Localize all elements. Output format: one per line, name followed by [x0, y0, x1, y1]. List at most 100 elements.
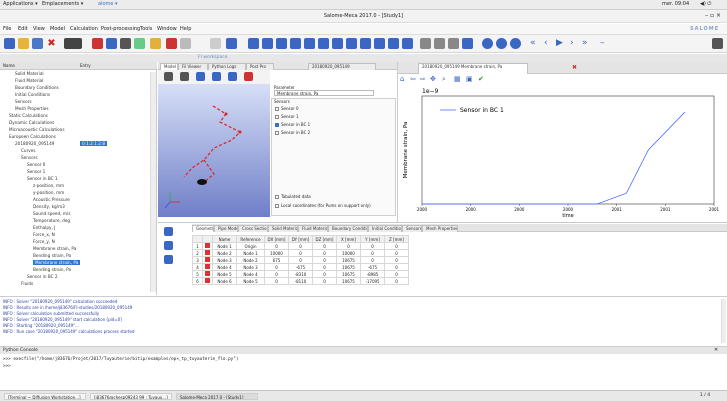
table-row[interactable]: 2 Node 2 Node 1 10000 0 0 10000 0 0 — [192, 249, 409, 257]
table-cell[interactable]: 0 — [384, 256, 409, 264]
col-dx[interactable]: DX [mm] — [264, 235, 289, 243]
table-row[interactable]: 1 Node 1 Origin 0 0 0 0 0 0 — [192, 242, 409, 250]
task-terminal[interactable]: [Terminal ~ Diffusion Workstation...] — [4, 393, 86, 400]
sensor-checkbox-bc2[interactable]: Sensor in BC 2 — [275, 130, 310, 135]
table-cell[interactable]: Node 2 — [236, 256, 265, 264]
table-cell[interactable]: Node 6 — [212, 277, 237, 285]
table-cell[interactable]: 0 — [312, 277, 337, 285]
table-cell[interactable]: -17095 — [360, 277, 385, 285]
pipe-reducer-icon[interactable] — [304, 38, 315, 49]
table-cell[interactable]: 0 — [384, 242, 409, 250]
table-row[interactable]: 5 Node 5 Node 4 0 -8310 0 10675 -8985 0 — [192, 270, 409, 278]
tab-geometry[interactable]: Geometry — [192, 225, 214, 232]
table-cell[interactable]: 0 — [264, 263, 289, 271]
view-front-icon[interactable] — [196, 72, 205, 81]
close-plot-tab-icon[interactable]: ✖ — [572, 64, 577, 71]
menu-model[interactable]: Model — [50, 26, 65, 32]
tool-icon[interactable] — [210, 38, 221, 49]
applications-menu[interactable]: Applications ▾ — [3, 1, 38, 7]
col-x[interactable]: X [mm] — [336, 235, 361, 243]
tab-post-pro[interactable]: Post Pro — [246, 63, 274, 70]
pipe-cap-icon[interactable] — [360, 38, 371, 49]
save-icon[interactable] — [32, 38, 43, 49]
table-cell[interactable]: Origin — [236, 242, 265, 250]
tabulated-data-checkbox[interactable]: Tabulated data — [275, 194, 311, 199]
table-cell[interactable]: 0 — [288, 242, 313, 250]
table-cell[interactable]: 675 — [264, 256, 289, 264]
window-controls[interactable]: – ▫ × — [705, 12, 721, 19]
table-cell[interactable]: 0 — [288, 249, 313, 257]
more-icon[interactable]: – — [600, 38, 611, 49]
table-cell[interactable]: 0 — [264, 242, 289, 250]
table-cell[interactable]: 0 — [336, 242, 361, 250]
tab-initial-conditions[interactable]: Initial Conditions — [368, 225, 402, 232]
pipe-flange-icon[interactable] — [346, 38, 357, 49]
info-icon[interactable] — [248, 38, 259, 49]
post-icon[interactable] — [134, 38, 145, 49]
table-cell[interactable]: Node 5 — [236, 277, 265, 285]
table-cell[interactable]: 0 — [384, 263, 409, 271]
table-cell[interactable]: Node 4 — [212, 263, 237, 271]
sensor-checkbox-bc1[interactable]: Sensor in BC 1 — [275, 122, 310, 127]
pipe-tee-icon[interactable] — [290, 38, 301, 49]
pipe-node-icon[interactable] — [374, 38, 385, 49]
table-cell[interactable]: 0 — [384, 270, 409, 278]
col-y[interactable]: Y [mm] — [360, 235, 385, 243]
mesh-icon[interactable] — [106, 38, 117, 49]
parameter-select[interactable]: Membrane strain, Pa — [274, 90, 374, 96]
tab-pipe-mode[interactable]: Pipe Mode — [214, 225, 238, 232]
redo-icon[interactable] — [180, 38, 191, 49]
table-cell[interactable]: -675 — [360, 263, 385, 271]
new-document-icon[interactable] — [4, 38, 15, 49]
menu-edit[interactable]: Edit — [18, 26, 28, 32]
table-cell[interactable]: Node 5 — [212, 270, 237, 278]
pipe-valve-icon[interactable] — [318, 38, 329, 49]
geometry-icon[interactable] — [120, 38, 131, 49]
table-cell[interactable]: 0 — [384, 277, 409, 285]
pipe-elbow-icon[interactable] — [276, 38, 287, 49]
undo-icon[interactable] — [166, 38, 177, 49]
table-cell[interactable]: 0 — [264, 277, 289, 285]
table-cell[interactable]: Node 3 — [212, 256, 237, 264]
tab-fluid-material[interactable]: Fluid Material — [298, 225, 328, 232]
col-dy[interactable]: DY [mm] — [288, 235, 313, 243]
plot-check-icon[interactable]: ✔ — [478, 75, 484, 83]
table-cell[interactable]: Node 1 — [236, 249, 265, 257]
view-side-icon[interactable] — [212, 72, 221, 81]
table-cell[interactable]: Node 3 — [236, 263, 265, 271]
sensor-checkbox-0[interactable]: Sensor 0 — [275, 106, 299, 111]
fluid-icon[interactable] — [92, 38, 103, 49]
tab-model[interactable]: Model — [160, 63, 178, 70]
table-cell[interactable]: 0 — [360, 242, 385, 250]
view-reset-icon[interactable] — [244, 72, 253, 81]
tab-boundary-conditions[interactable]: Boundary Conditions — [328, 225, 368, 232]
table-cell[interactable]: 0 — [360, 256, 385, 264]
table-cell[interactable]: 0 — [264, 270, 289, 278]
table-cell[interactable]: Node 4 — [236, 270, 265, 278]
table-icon[interactable] — [434, 38, 445, 49]
table-row[interactable]: 6 Node 6 Node 5 0 -8110 0 10675 -17095 0 — [192, 277, 409, 285]
console-close-icon[interactable]: ✕ — [714, 347, 718, 353]
tree-scrollbar[interactable] — [150, 72, 156, 292]
pipe-support-icon[interactable] — [332, 38, 343, 49]
console-prompt[interactable]: >>> — [3, 364, 11, 369]
column-name-header[interactable]: Name — [3, 63, 15, 68]
tab-python-logs[interactable]: Python Logs — [208, 63, 246, 70]
table-cell[interactable]: 0 — [312, 263, 337, 271]
table-row[interactable]: 4 Node 4 Node 3 0 -675 0 10675 -675 0 — [192, 263, 409, 271]
run-icon[interactable] — [226, 38, 237, 49]
add-node-icon[interactable] — [164, 227, 173, 236]
table-cell[interactable]: Node 1 — [212, 242, 237, 250]
table-cell[interactable]: Node 2 — [212, 249, 237, 257]
module-selector-icon[interactable] — [64, 38, 82, 49]
next-page-icon[interactable]: › — [570, 38, 581, 49]
col-name[interactable]: Name — [212, 235, 237, 243]
tab-solid-material[interactable]: Solid Material — [268, 225, 298, 232]
tab-cross-section[interactable]: Cross Section — [238, 225, 268, 232]
menu-tools[interactable]: Tools — [140, 26, 152, 32]
system-tray-icon[interactable]: ◀) ⏻ — [700, 1, 711, 7]
tab-study-result[interactable]: 20180920_095149 — [308, 63, 376, 70]
table-cell[interactable]: -8985 — [360, 270, 385, 278]
col-z[interactable]: Z [mm] — [384, 235, 409, 243]
sensor-icon[interactable] — [462, 38, 473, 49]
